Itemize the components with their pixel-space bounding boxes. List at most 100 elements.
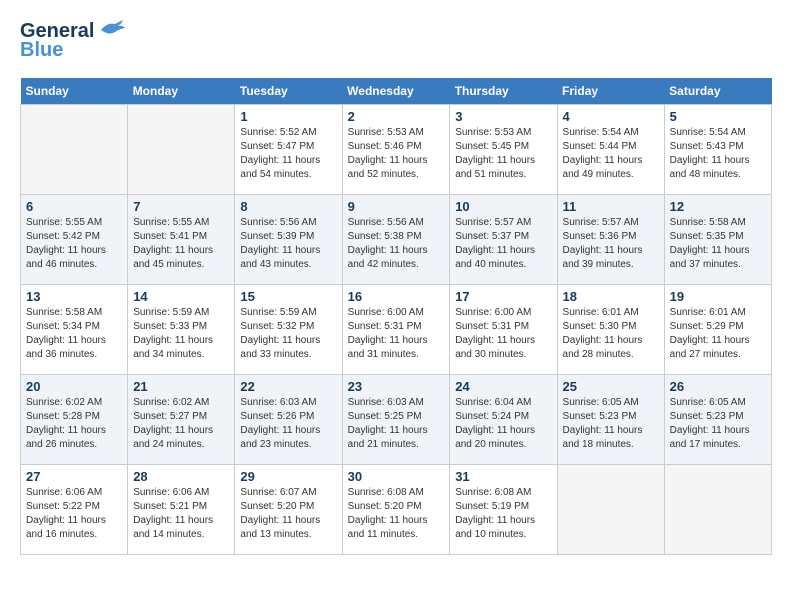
calendar-cell: 29Sunrise: 6:07 AM Sunset: 5:20 PM Dayli… [235,465,342,555]
calendar-cell: 3 Sunrise: 5:53 AM Sunset: 5:45 PM Daylig… [450,105,557,195]
calendar-cell [21,105,128,195]
calendar-cell: 1 Sunrise: 5:52 AM Sunset: 5:47 PM Daylig… [235,105,342,195]
day-number: 4 [563,109,659,124]
day-info: Sunrise: 6:00 AM Sunset: 5:31 PM Dayligh… [348,306,445,362]
day-info: Sunrise: 5:59 AM Sunset: 5:32 PM Dayligh… [240,306,336,362]
day-number: 3 [455,109,551,124]
day-info: Sunrise: 6:01 AM Sunset: 5:29 PM Dayligh… [670,306,766,362]
page-header: General Blue [20,20,772,62]
calendar-cell: 4 Sunrise: 5:54 AM Sunset: 5:44 PM Daylig… [557,105,664,195]
column-header-monday: Monday [128,78,235,105]
day-number: 27 [26,469,122,484]
header-row: SundayMondayTuesdayWednesdayThursdayFrid… [21,78,772,105]
calendar-cell: 21 Sunrise: 6:02 AM Sunset: 5:27 PM Dayli… [128,375,235,465]
day-info: Sunrise: 6:02 AM Sunset: 5:28 PM Dayligh… [26,396,122,452]
day-info: Sunrise: 5:54 AM Sunset: 5:43 PM Dayligh… [670,126,766,182]
day-info: Sunrise: 5:53 AM Sunset: 5:45 PM Dayligh… [455,126,551,182]
day-number: 21 [133,379,229,394]
day-info: Sunrise: 6:05 AM Sunset: 5:23 PM Dayligh… [670,396,766,452]
day-info: Sunrise: 6:02 AM Sunset: 5:27 PM Dayligh… [133,396,229,452]
day-info: Sunrise: 6:06 AM Sunset: 5:21 PM Dayligh… [133,486,229,542]
day-info: Sunrise: 6:03 AM Sunset: 5:26 PM Dayligh… [240,396,336,452]
day-number: 1 [240,109,336,124]
day-info: Sunrise: 6:08 AM Sunset: 5:19 PM Dayligh… [455,486,551,542]
calendar-cell: 30 Sunrise: 6:08 AM Sunset: 5:20 PM Dayli… [342,465,450,555]
day-number: 5 [670,109,766,124]
day-info: Sunrise: 6:08 AM Sunset: 5:20 PM Dayligh… [348,486,445,542]
calendar-cell: 16Sunrise: 6:00 AM Sunset: 5:31 PM Dayli… [342,285,450,375]
day-number: 24 [455,379,551,394]
column-header-sunday: Sunday [21,78,128,105]
day-number: 22 [240,379,336,394]
day-number: 25 [563,379,659,394]
column-header-thursday: Thursday [450,78,557,105]
calendar-cell: 26 Sunrise: 6:05 AM Sunset: 5:23 PM Dayli… [664,375,771,465]
calendar-cell: 13 Sunrise: 5:58 AM Sunset: 5:34 PM Dayli… [21,285,128,375]
day-info: Sunrise: 6:00 AM Sunset: 5:31 PM Dayligh… [455,306,551,362]
day-number: 26 [670,379,766,394]
day-number: 17 [455,289,551,304]
calendar-cell: 27Sunrise: 6:06 AM Sunset: 5:22 PM Dayli… [21,465,128,555]
day-info: Sunrise: 6:04 AM Sunset: 5:24 PM Dayligh… [455,396,551,452]
calendar-cell: 11 Sunrise: 5:57 AM Sunset: 5:36 PM Dayli… [557,195,664,285]
calendar-cell: 19Sunrise: 6:01 AM Sunset: 5:29 PM Dayli… [664,285,771,375]
week-row-1: 1 Sunrise: 5:52 AM Sunset: 5:47 PM Daylig… [21,105,772,195]
week-row-2: 6Sunrise: 5:55 AM Sunset: 5:42 PM Daylig… [21,195,772,285]
day-info: Sunrise: 5:52 AM Sunset: 5:47 PM Dayligh… [240,126,336,182]
column-header-wednesday: Wednesday [342,78,450,105]
day-number: 10 [455,199,551,214]
calendar-cell: 12 Sunrise: 5:58 AM Sunset: 5:35 PM Dayli… [664,195,771,285]
day-number: 20 [26,379,122,394]
calendar-cell: 22 Sunrise: 6:03 AM Sunset: 5:26 PM Dayli… [235,375,342,465]
day-info: Sunrise: 5:54 AM Sunset: 5:44 PM Dayligh… [563,126,659,182]
day-number: 11 [563,199,659,214]
day-info: Sunrise: 6:03 AM Sunset: 5:25 PM Dayligh… [348,396,445,452]
calendar-cell: 5 Sunrise: 5:54 AM Sunset: 5:43 PM Daylig… [664,105,771,195]
day-number: 23 [348,379,445,394]
calendar-cell [128,105,235,195]
week-row-5: 27Sunrise: 6:06 AM Sunset: 5:22 PM Dayli… [21,465,772,555]
logo: General Blue [20,20,125,62]
week-row-4: 20 Sunrise: 6:02 AM Sunset: 5:28 PM Dayli… [21,375,772,465]
week-row-3: 13 Sunrise: 5:58 AM Sunset: 5:34 PM Dayli… [21,285,772,375]
day-info: Sunrise: 5:58 AM Sunset: 5:34 PM Dayligh… [26,306,122,362]
calendar-cell: 20 Sunrise: 6:02 AM Sunset: 5:28 PM Dayli… [21,375,128,465]
day-info: Sunrise: 5:59 AM Sunset: 5:33 PM Dayligh… [133,306,229,362]
calendar-cell: 25 Sunrise: 6:05 AM Sunset: 5:23 PM Dayli… [557,375,664,465]
calendar-cell: 14 Sunrise: 5:59 AM Sunset: 5:33 PM Dayli… [128,285,235,375]
day-info: Sunrise: 5:57 AM Sunset: 5:37 PM Dayligh… [455,216,551,272]
calendar-cell [557,465,664,555]
calendar-cell: 2 Sunrise: 5:53 AM Sunset: 5:46 PM Daylig… [342,105,450,195]
day-info: Sunrise: 5:55 AM Sunset: 5:42 PM Dayligh… [26,216,122,272]
logo-text-blue: Blue [20,39,63,62]
day-number: 30 [348,469,445,484]
day-info: Sunrise: 5:56 AM Sunset: 5:39 PM Dayligh… [240,216,336,272]
day-info: Sunrise: 5:53 AM Sunset: 5:46 PM Dayligh… [348,126,445,182]
calendar-cell: 28 Sunrise: 6:06 AM Sunset: 5:21 PM Dayli… [128,465,235,555]
calendar-table: SundayMondayTuesdayWednesdayThursdayFrid… [20,78,772,555]
day-number: 15 [240,289,336,304]
calendar-cell: 8 Sunrise: 5:56 AM Sunset: 5:39 PM Daylig… [235,195,342,285]
day-number: 9 [348,199,445,214]
day-number: 12 [670,199,766,214]
calendar-cell: 18Sunrise: 6:01 AM Sunset: 5:30 PM Dayli… [557,285,664,375]
day-info: Sunrise: 5:56 AM Sunset: 5:38 PM Dayligh… [348,216,445,272]
day-number: 31 [455,469,551,484]
day-info: Sunrise: 6:05 AM Sunset: 5:23 PM Dayligh… [563,396,659,452]
calendar-cell: 15 Sunrise: 5:59 AM Sunset: 5:32 PM Dayli… [235,285,342,375]
day-number: 8 [240,199,336,214]
day-number: 14 [133,289,229,304]
column-header-friday: Friday [557,78,664,105]
day-number: 28 [133,469,229,484]
day-number: 18 [563,289,659,304]
day-number: 2 [348,109,445,124]
day-info: Sunrise: 5:57 AM Sunset: 5:36 PM Dayligh… [563,216,659,272]
calendar-cell [664,465,771,555]
day-number: 13 [26,289,122,304]
calendar-cell: 23 Sunrise: 6:03 AM Sunset: 5:25 PM Dayli… [342,375,450,465]
calendar-cell: 9 Sunrise: 5:56 AM Sunset: 5:38 PM Daylig… [342,195,450,285]
logo-bird-icon [97,20,125,40]
calendar-cell: 10 Sunrise: 5:57 AM Sunset: 5:37 PM Dayli… [450,195,557,285]
column-header-saturday: Saturday [664,78,771,105]
day-info: Sunrise: 5:58 AM Sunset: 5:35 PM Dayligh… [670,216,766,272]
